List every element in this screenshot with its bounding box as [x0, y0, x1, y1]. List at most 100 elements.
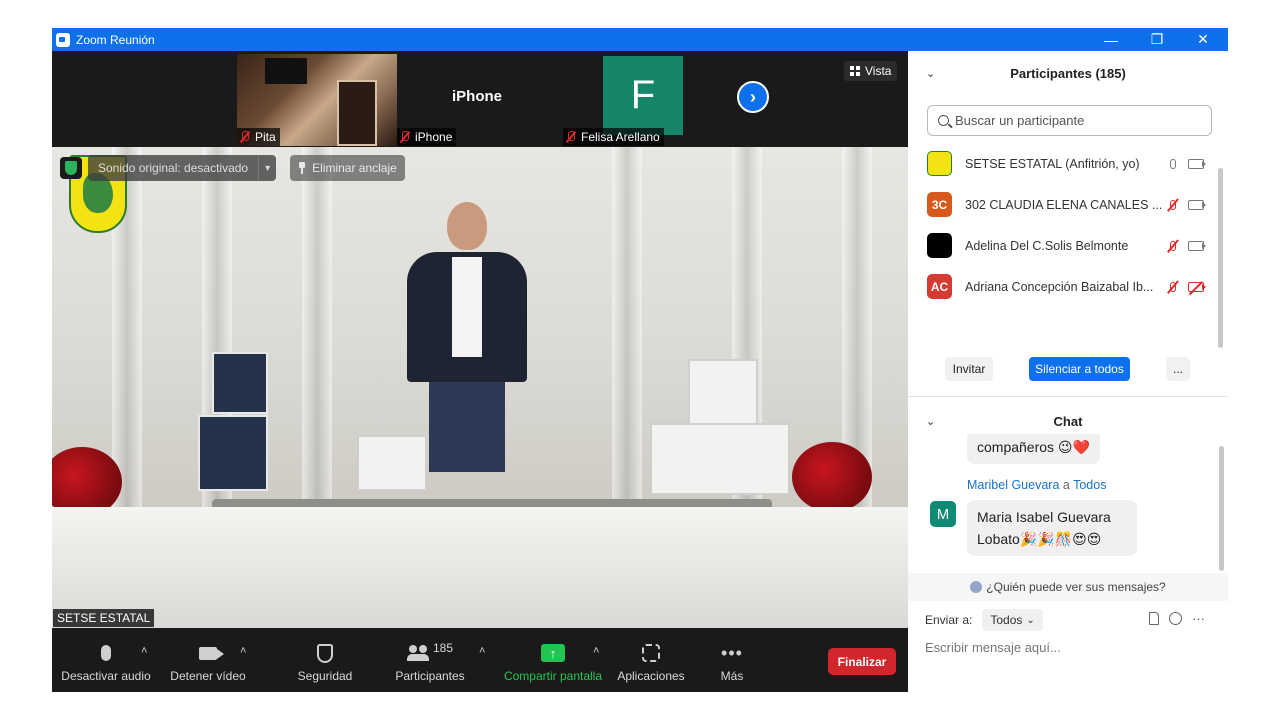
video-thumbnail-felisa[interactable]: F Felisa Arellano: [563, 54, 723, 146]
product-box: [212, 352, 268, 414]
video-thumbnail-pita[interactable]: Pita: [237, 54, 397, 146]
video-overlay-controls: Sonido original: desactivado ▾ Eliminar …: [60, 155, 405, 181]
share-screen-button[interactable]: ↑ Compartir pantalla: [498, 631, 608, 692]
thumbnail-label: Pita: [237, 128, 280, 146]
avatar: F: [603, 56, 683, 135]
curtain-fold: [612, 147, 642, 507]
minimize-button[interactable]: —: [1088, 28, 1134, 51]
conference-table: [52, 507, 908, 628]
product-box: [357, 435, 427, 491]
mute-audio-button[interactable]: Desactivar audio: [60, 631, 152, 692]
microphone-icon: [1166, 156, 1180, 172]
mic-muted-icon: [1166, 279, 1180, 295]
main-speaker-video: Sonido original: desactivado ▾ Eliminar …: [52, 147, 908, 628]
participant-display-name: iPhone: [451, 88, 502, 105]
recipient-value: Todos: [990, 613, 1023, 627]
speaker-head: [447, 202, 487, 250]
speaker-shirt: [452, 257, 482, 357]
who-can-see-messages[interactable]: ¿Quién puede ver sus mensajes?: [908, 573, 1228, 601]
view-label: Vista: [865, 64, 892, 78]
apps-label: Aplicaciones: [617, 669, 685, 683]
share-screen-icon: ↑: [541, 644, 565, 662]
participant-list-scrollbar[interactable]: [1218, 168, 1223, 348]
chat-tools: ···: [1149, 611, 1205, 626]
original-sound-button[interactable]: Sonido original: desactivado: [88, 155, 259, 181]
mic-muted-icon: [1166, 238, 1180, 254]
participant-row[interactable]: Adelina Del C.Solis Belmonte: [908, 225, 1218, 266]
video-area: Pita iPhone iPhone F Felisa Arellano › V…: [52, 51, 908, 692]
more-icon: •••: [721, 643, 743, 663]
chat-scrollbar[interactable]: [1219, 446, 1224, 571]
participant-name: 302 CLAUDIA ELENA CANALES ...: [965, 197, 1161, 212]
participants-count: 185: [432, 641, 454, 655]
collapse-chevron-icon[interactable]: ⌄: [926, 67, 935, 80]
curtain-fold: [302, 147, 332, 507]
unpin-button[interactable]: Eliminar anclaje: [290, 155, 405, 181]
mic-muted-icon: [399, 131, 411, 143]
speaker-legs: [429, 382, 505, 472]
security-label: Seguridad: [297, 669, 353, 683]
chat-title: Chat: [1053, 413, 1083, 429]
participant-name: Adelina Del C.Solis Belmonte: [965, 238, 1129, 253]
video-options-caret[interactable]: ˄: [240, 645, 246, 657]
thumbnail-label: Felisa Arellano: [563, 128, 664, 146]
video-camera-icon: [1188, 240, 1206, 251]
file-icon[interactable]: [1149, 612, 1159, 625]
participant-search-input[interactable]: Buscar un participante: [927, 105, 1212, 136]
product-box: [688, 359, 758, 425]
security-button[interactable]: Seguridad: [290, 631, 360, 692]
more-options-icon[interactable]: ···: [1192, 611, 1205, 626]
participants-header: ⌄ Participantes (185): [908, 51, 1228, 95]
participants-more-button[interactable]: ...: [1166, 357, 1190, 381]
stop-video-button[interactable]: Detener vídeo: [166, 631, 250, 692]
participant-name: Pita: [255, 130, 276, 144]
participant-name: Adriana Concepción Baizabal Ib...: [965, 279, 1154, 294]
apps-icon: [642, 644, 660, 662]
apps-button[interactable]: Aplicaciones: [613, 631, 689, 692]
chat-message-bubble: compañeros 😉❤️: [967, 434, 1100, 464]
recipient-dropdown[interactable]: Todos ⌄: [982, 609, 1043, 631]
chat-recipient[interactable]: Todos: [1073, 478, 1106, 492]
share-options-caret[interactable]: ˄: [593, 645, 599, 657]
pin-icon: [298, 162, 306, 174]
collapse-chevron-icon[interactable]: ⌄: [926, 415, 935, 428]
invite-button[interactable]: Invitar: [945, 357, 993, 381]
chevron-right-icon: ›: [750, 86, 756, 107]
mute-all-button[interactable]: Silenciar a todos: [1029, 357, 1130, 381]
send-to-row: Enviar a: Todos ⌄ ···: [925, 607, 1225, 633]
mic-muted-icon: [565, 131, 577, 143]
participants-title: Participantes (185): [1010, 65, 1126, 81]
more-button[interactable]: ••• Más: [708, 631, 756, 692]
participant-name: iPhone: [415, 130, 453, 144]
end-meeting-button[interactable]: Finalizar: [828, 648, 896, 675]
person-icon: [970, 581, 983, 593]
chat-message-meta: Maribel Guevara a Todos: [967, 478, 1106, 492]
participant-actions: Invitar Silenciar a todos ...: [908, 357, 1228, 387]
close-button[interactable]: ✕: [1180, 28, 1226, 51]
original-sound-dropdown[interactable]: ▾: [258, 155, 277, 181]
participants-label: Participantes: [395, 669, 465, 683]
participant-row[interactable]: SETSE ESTATAL (Anfitrión, yo): [908, 143, 1218, 184]
chat-to-word: a: [1062, 478, 1070, 492]
emoji-icon[interactable]: [1169, 612, 1182, 625]
participants-options-caret[interactable]: ˄: [479, 645, 485, 657]
speaker-figure: [407, 202, 527, 472]
participant-row[interactable]: 3C 302 CLAUDIA ELENA CANALES ...: [908, 184, 1218, 225]
audio-options-caret[interactable]: ˄: [141, 645, 147, 657]
participants-button[interactable]: 185 Participantes: [392, 631, 468, 692]
divider: [908, 396, 1228, 397]
participant-row[interactable]: AC Adriana Concepción Baizabal Ib...: [908, 266, 1218, 307]
chat-sender[interactable]: Maribel Guevara: [967, 478, 1059, 492]
video-thumbnail-iphone[interactable]: iPhone iPhone: [397, 54, 557, 146]
chat-message-line: Lobato🎉🎉🎊😍😍: [977, 531, 1102, 547]
chat-message-input[interactable]: Escribir mensaje aquí...: [925, 640, 1061, 655]
view-button[interactable]: Vista: [844, 61, 898, 81]
product-box: [650, 423, 790, 495]
doorway-shape: [337, 80, 377, 146]
restore-button[interactable]: ❐: [1134, 28, 1180, 51]
next-page-button[interactable]: ›: [737, 81, 769, 113]
encryption-shield-icon[interactable]: [60, 157, 82, 179]
chat-message-line: Maria Isabel Guevara: [977, 509, 1111, 525]
mic-muted-icon: [1166, 197, 1180, 213]
participant-row[interactable]: [908, 307, 1218, 315]
